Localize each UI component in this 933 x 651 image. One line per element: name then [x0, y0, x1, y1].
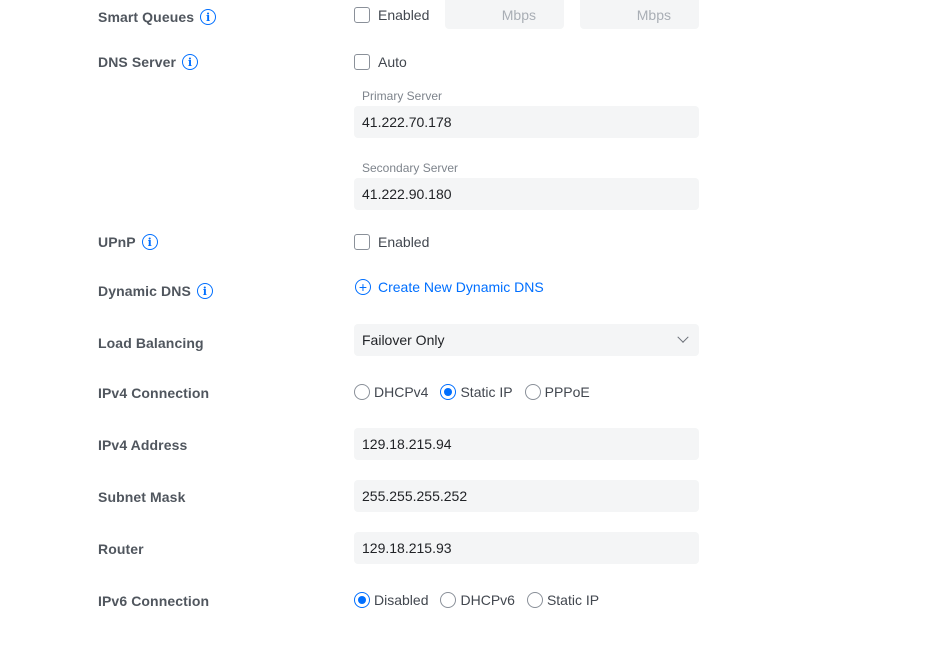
radio-unchecked-icon[interactable] [526, 592, 543, 608]
secondary-server-label: Secondary Server [362, 161, 459, 175]
radio-static-ip-label: Static IP [460, 384, 513, 400]
radio-unchecked-icon[interactable] [354, 384, 370, 400]
subnet-mask-label: Subnet Mask [98, 489, 185, 505]
ipv4-connection-label: IPv4 Connection [98, 385, 209, 401]
dns-server-label-text: DNS Server [98, 54, 177, 70]
primary-server-value: 41.222.70.178 [362, 114, 452, 130]
ipv4-address-label: IPv4 Address [98, 437, 187, 453]
ipv4-connection-label-text: IPv4 Connection [98, 385, 210, 401]
dynamic-dns-label-text: Dynamic DNS [98, 283, 191, 299]
load-balancing-value: Failover Only [362, 332, 445, 348]
ipv6-connection-label-text: IPv6 Connection [98, 593, 210, 609]
info-icon[interactable]: i [141, 234, 158, 250]
subnet-mask-label-text: Subnet Mask [98, 489, 186, 505]
ipv4-address-input[interactable]: 129.18.215.94 [354, 428, 699, 460]
dns-server-label: DNS Server i [98, 54, 199, 70]
ipv4-address-value: 129.18.215.94 [362, 436, 452, 452]
smart-queues-label: Smart Queues i [98, 9, 217, 25]
primary-server-input[interactable]: 41.222.70.178 [354, 106, 699, 138]
radio-unchecked-icon[interactable] [524, 384, 541, 400]
create-dynamic-dns-text: Create New Dynamic DNS [378, 279, 544, 295]
ipv4-connection-radio-group: DHCPv4 Static IP PPPoE [354, 384, 602, 400]
router-value: 129.18.215.93 [362, 540, 452, 556]
radio-dhcpv4-label: DHCPv4 [374, 384, 429, 400]
radio-unchecked-icon[interactable] [440, 592, 457, 608]
chevron-down-icon [677, 331, 689, 343]
smart-queues-checkbox-label: Enabled [378, 7, 430, 23]
create-dynamic-dns-link[interactable]: + Create New Dynamic DNS [355, 279, 544, 295]
upnp-checkbox-label: Enabled [378, 234, 430, 250]
info-icon[interactable]: i [182, 54, 199, 70]
smart-queues-label-text: Smart Queues [98, 9, 195, 25]
radio-static-ip[interactable]: Static IP [440, 384, 513, 400]
info-icon[interactable]: i [196, 283, 213, 299]
radio-dhcpv6-label: DHCPv6 [460, 592, 515, 608]
radio-pppoe[interactable]: PPPoE [524, 384, 590, 400]
radio-ipv6-static-ip[interactable]: Static IP [526, 592, 600, 608]
plus-circle-icon: + [355, 279, 371, 295]
dynamic-dns-label: Dynamic DNS i [98, 283, 213, 299]
load-balancing-select[interactable]: Failover Only [354, 324, 699, 356]
radio-checked-icon[interactable] [354, 592, 370, 608]
router-input[interactable]: 129.18.215.93 [354, 532, 699, 564]
smart-queues-enabled-checkbox[interactable]: Enabled [354, 7, 429, 23]
checkbox-icon[interactable] [354, 54, 370, 70]
radio-ipv6-static-ip-label: Static IP [546, 592, 600, 608]
load-balancing-label-text: Load Balancing [98, 335, 204, 351]
download-unit: Mbps [501, 6, 536, 23]
upnp-label-text: UPnP [98, 234, 136, 250]
upnp-enabled-checkbox[interactable]: Enabled [354, 234, 429, 250]
secondary-server-input[interactable]: 41.222.90.180 [354, 178, 699, 210]
radio-dhcpv4[interactable]: DHCPv4 [354, 384, 428, 400]
radio-checked-icon[interactable] [440, 384, 457, 400]
router-label-text: Router [98, 541, 144, 557]
radio-disabled[interactable]: Disabled [354, 592, 428, 608]
subnet-mask-input[interactable]: 255.255.255.252 [354, 480, 699, 512]
download-limit-input[interactable]: Mbps [445, 0, 564, 29]
load-balancing-label: Load Balancing [98, 335, 204, 351]
ipv4-address-label-text: IPv4 Address [98, 437, 188, 453]
radio-pppoe-label: PPPoE [544, 384, 590, 400]
upload-limit-input[interactable]: Mbps [580, 0, 699, 29]
secondary-server-value: 41.222.90.180 [362, 186, 452, 202]
upload-unit: Mbps [636, 6, 671, 23]
upnp-label: UPnP i [98, 234, 158, 250]
subnet-mask-value: 255.255.255.252 [362, 488, 468, 504]
primary-server-label: Primary Server [362, 89, 443, 103]
radio-disabled-label: Disabled [374, 592, 429, 608]
router-label: Router [98, 541, 144, 557]
checkbox-icon[interactable] [354, 234, 370, 250]
ipv6-connection-radio-group: Disabled DHCPv6 Static IP [354, 592, 611, 608]
info-icon[interactable]: i [200, 9, 217, 25]
dns-auto-checkbox[interactable]: Auto [354, 54, 407, 70]
checkbox-icon[interactable] [354, 7, 370, 23]
dns-auto-label: Auto [378, 54, 407, 70]
ipv6-connection-label: IPv6 Connection [98, 593, 209, 609]
radio-dhcpv6[interactable]: DHCPv6 [440, 592, 515, 608]
